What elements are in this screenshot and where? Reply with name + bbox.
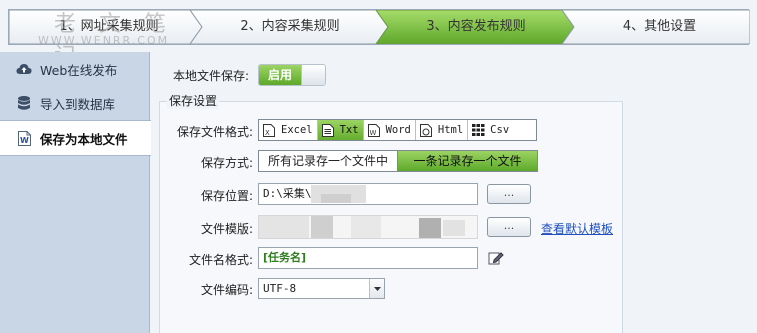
- encoding-value: UTF-8: [263, 282, 297, 295]
- cloud-upload-icon: [16, 61, 32, 77]
- format-excel[interactable]: X Excel: [259, 120, 318, 140]
- redacted-block: [259, 216, 309, 238]
- save-settings-title: 保存设置: [167, 92, 220, 109]
- mode-label: 保存方式:: [200, 156, 253, 170]
- location-label: 保存位置:: [200, 189, 253, 203]
- location-input[interactable]: D:\采集\: [258, 183, 478, 205]
- local-save-label: 本地文件保存:: [173, 69, 250, 83]
- redacted-block: [311, 216, 333, 238]
- csv-grid-icon: [472, 123, 485, 137]
- redacted-block: [321, 194, 351, 203]
- sidebar-item-label: 保存为本地文件: [40, 131, 128, 147]
- mode-per-record[interactable]: 一条记录存一个文件: [398, 151, 537, 171]
- encoding-select[interactable]: UTF-8: [258, 278, 385, 299]
- sidebar-item-label: Web在线发布: [40, 62, 118, 78]
- template-label: 文件模版:: [200, 222, 253, 236]
- svg-text:X: X: [265, 129, 270, 137]
- encoding-label: 文件编码:: [200, 283, 253, 297]
- wizard-steps: 1、网址采集规则 2、内容采集规则 3、内容发布规则 4、其他设置: [8, 9, 750, 45]
- save-mode-selector: 所有记录存一个文件中 一条记录存一个文件: [258, 150, 538, 172]
- format-label: 保存文件格式:: [176, 125, 253, 139]
- txt-file-icon: [321, 123, 334, 137]
- format-selector: X Excel Txt W Word Html Csv: [258, 119, 537, 141]
- chevron-down-icon[interactable]: [369, 279, 384, 298]
- format-word-label: Word: [385, 124, 411, 136]
- sidebar-item-label: 导入到数据库: [40, 96, 116, 112]
- format-txt[interactable]: Txt: [317, 120, 364, 140]
- format-csv[interactable]: Csv: [468, 120, 513, 140]
- format-word[interactable]: W Word: [364, 120, 416, 140]
- sidebar-item-web-publish[interactable]: Web在线发布: [0, 52, 150, 86]
- sidebar-item-database[interactable]: 导入到数据库: [0, 86, 150, 120]
- local-save-toggle[interactable]: 启用: [258, 64, 326, 86]
- format-txt-label: Txt: [339, 124, 359, 136]
- redacted-block: [419, 218, 441, 238]
- svg-text:W: W: [369, 129, 376, 137]
- main-panel: 本地文件保存: 启用 保存设置 保存文件格式: X Excel Txt W Wo…: [151, 52, 757, 333]
- edit-pen-icon[interactable]: [488, 250, 504, 269]
- view-default-template-link[interactable]: 查看默认模板: [541, 220, 613, 237]
- sidebar: Web在线发布 导入到数据库 W 保存为本地文件: [0, 52, 151, 333]
- step-2[interactable]: 2、内容采集规则: [205, 10, 375, 44]
- format-excel-label: Excel: [281, 124, 313, 136]
- word-file-icon: W: [367, 123, 380, 137]
- redacted-block: [443, 220, 465, 236]
- step-1[interactable]: 1、网址采集规则: [29, 10, 189, 44]
- step-4[interactable]: 4、其他设置: [577, 10, 742, 44]
- redacted-block: [351, 216, 381, 238]
- sidebar-item-save-local[interactable]: W 保存为本地文件: [0, 120, 151, 156]
- word-file-icon: W: [16, 130, 32, 146]
- toggle-on-label: 启用: [259, 65, 301, 85]
- step-3-active[interactable]: 3、内容发布规则: [391, 10, 561, 44]
- svg-text:W: W: [20, 136, 29, 145]
- html-file-icon: [419, 123, 432, 137]
- excel-file-icon: X: [263, 123, 275, 137]
- format-html-label: Html: [437, 124, 464, 136]
- location-browse-button[interactable]: ...: [487, 184, 531, 204]
- database-icon: [16, 95, 32, 111]
- format-html[interactable]: Html: [416, 120, 469, 140]
- filename-label: 文件名格式:: [188, 253, 253, 267]
- toggle-knob: [301, 65, 325, 85]
- mode-single-file[interactable]: 所有记录存一个文件中: [259, 151, 398, 171]
- filename-input[interactable]: [任务名]: [258, 247, 478, 269]
- template-browse-button[interactable]: ...: [487, 217, 531, 237]
- format-csv-label: Csv: [490, 124, 510, 136]
